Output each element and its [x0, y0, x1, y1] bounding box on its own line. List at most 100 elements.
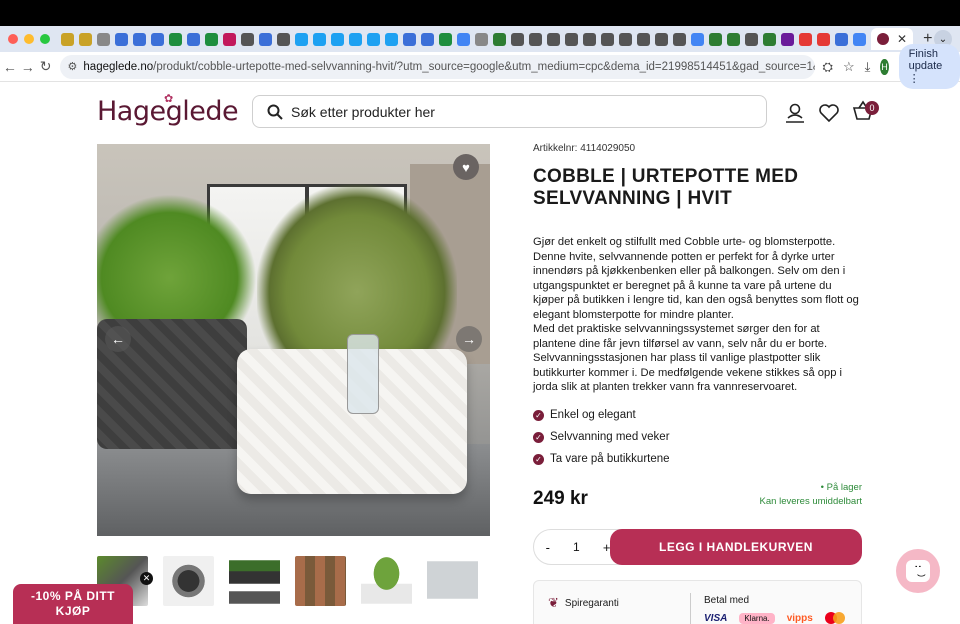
tab-favicon[interactable]	[385, 32, 398, 46]
chat-widget-button[interactable]: ˙͜˙	[896, 549, 940, 593]
close-icon[interactable]: ✕	[140, 572, 153, 585]
cart-button[interactable]: 0	[852, 99, 879, 126]
tab-favicon[interactable]	[763, 32, 776, 46]
account-icon[interactable]	[784, 102, 806, 124]
feature-item: ✓ Selvvanning med veker	[533, 426, 670, 448]
back-icon[interactable]: ←	[2, 59, 18, 75]
close-window-button[interactable]	[8, 34, 18, 44]
tab-favicon[interactable]	[79, 32, 92, 46]
discount-banner[interactable]: -10% PÅ DITT KJØP	[13, 584, 133, 624]
add-to-cart-button[interactable]: LEGG I HANDLEKURVEN	[610, 529, 862, 565]
profile-avatar[interactable]: H	[880, 58, 889, 75]
tab-favicon[interactable]	[241, 32, 254, 46]
tab-favicon[interactable]	[151, 32, 164, 46]
thumbnail[interactable]	[427, 556, 478, 606]
tab-favicon[interactable]	[259, 32, 272, 46]
tab-favicon[interactable]	[709, 32, 722, 46]
tab-favicon[interactable]	[655, 32, 668, 46]
tab-favicon[interactable]	[457, 32, 470, 46]
feature-label: Ta vare på butikkurtene	[550, 453, 670, 465]
tab-favicon[interactable]	[781, 32, 794, 46]
tab-favicon[interactable]	[511, 32, 524, 46]
tab-favicon[interactable]	[277, 32, 290, 46]
tab-favicon[interactable]	[349, 32, 362, 46]
logo-flower-icon: ✿	[164, 93, 174, 105]
vipps-logo: vipps	[786, 612, 813, 624]
feature-item: ✓ Enkel og elegant	[533, 404, 670, 426]
translate-icon[interactable]: ⛭	[823, 59, 833, 75]
tab-favicon[interactable]	[313, 32, 326, 46]
site-info-icon[interactable]: ⚙	[68, 60, 78, 73]
tab-favicon[interactable]	[745, 32, 758, 46]
thumbnail[interactable]	[229, 556, 280, 606]
tab-favicon[interactable]	[439, 32, 452, 46]
tab-favicon[interactable]	[601, 32, 614, 46]
thumbnail[interactable]	[295, 556, 346, 606]
feature-label: Enkel og elegant	[550, 409, 636, 421]
forward-icon[interactable]: →	[20, 59, 36, 75]
finish-update-button[interactable]: Finish update ⋮	[898, 44, 960, 89]
quantity-value[interactable]: 1	[573, 540, 580, 554]
tab-favicon[interactable]	[529, 32, 542, 46]
description-paragraph: Gjør det enkelt og stilfullt med Cobble …	[533, 236, 859, 321]
address-bar[interactable]: ⚙ hageglede.no /produkt/cobble-urtepotte…	[59, 54, 815, 79]
tab-favicon[interactable]	[403, 32, 416, 46]
tab-favicon[interactable]	[421, 32, 434, 46]
thumbnail[interactable]	[163, 556, 214, 606]
tab-favicon[interactable]	[637, 32, 650, 46]
tab-favicon[interactable]	[691, 32, 704, 46]
url-path: /produkt/cobble-urtepotte-med-selvvannin…	[153, 60, 815, 73]
discount-line: KJØP	[55, 604, 91, 618]
chat-smiley-icon: ˙͜˙	[906, 560, 930, 582]
tab-favicon[interactable]	[619, 32, 632, 46]
tab-favicon[interactable]	[799, 32, 812, 46]
tab-favicon[interactable]	[133, 32, 146, 46]
tab-favicon[interactable]	[187, 32, 200, 46]
check-icon: ✓	[533, 431, 544, 443]
tab-favicon[interactable]	[493, 32, 506, 46]
klarna-logo: Klarna.	[739, 612, 775, 624]
tab-favicon[interactable]	[115, 32, 128, 46]
tab-favicon[interactable]	[367, 32, 380, 46]
cart-count-badge: 0	[865, 101, 879, 115]
guarantee-label[interactable]: Spiregaranti	[565, 598, 619, 609]
tab-favicon[interactable]	[727, 32, 740, 46]
search-icon	[267, 104, 283, 120]
search-input[interactable]	[291, 103, 751, 120]
check-icon: ✓	[533, 409, 544, 421]
gallery-next-arrow-icon[interactable]: →	[456, 326, 482, 352]
tab-favicon[interactable]	[673, 32, 686, 46]
tab-favicon[interactable]	[331, 32, 344, 46]
feature-label: Selvvanning med veker	[550, 431, 670, 443]
os-menubar	[0, 0, 960, 26]
thumbnail[interactable]	[361, 556, 412, 606]
tab-favicon[interactable]	[223, 32, 236, 46]
add-to-wishlist-heart-icon[interactable]: ♥	[453, 154, 479, 180]
download-icon[interactable]: ⤓	[865, 59, 871, 75]
tab-favicon[interactable]	[169, 32, 182, 46]
product-description: Gjør det enkelt og stilfullt med Cobble …	[533, 235, 863, 395]
tab-favicon[interactable]	[205, 32, 218, 46]
tab-favicon[interactable]	[475, 32, 488, 46]
gallery-prev-arrow-icon[interactable]: ←	[105, 326, 131, 352]
divider	[690, 593, 691, 624]
article-number: Artikkelnr: 4114029050	[533, 143, 636, 154]
product-main-image[interactable]	[97, 144, 490, 536]
sprout-icon: ❦	[548, 595, 559, 610]
tab-favicon[interactable]	[97, 32, 110, 46]
minimize-window-button[interactable]	[24, 34, 34, 44]
tab-favicon[interactable]	[547, 32, 560, 46]
delivery-label: Kan leveres umiddelbart	[759, 496, 862, 507]
browser-toolbar: ← → ↻ ⚙ hageglede.no /produkt/cobble-urt…	[0, 44, 960, 89]
basil-plant	[97, 194, 257, 334]
tab-favicon[interactable]	[565, 32, 578, 46]
reload-icon[interactable]: ↻	[38, 58, 54, 75]
tab-favicon[interactable]	[295, 32, 308, 46]
decrease-quantity-button[interactable]: -	[546, 540, 550, 555]
zoom-window-button[interactable]	[40, 34, 50, 44]
tab-favicon[interactable]	[583, 32, 596, 46]
search-bar	[252, 95, 767, 128]
tab-favicon[interactable]	[61, 32, 74, 46]
bookmark-star-icon[interactable]: ☆	[843, 59, 855, 75]
wishlist-heart-icon[interactable]	[818, 102, 840, 124]
